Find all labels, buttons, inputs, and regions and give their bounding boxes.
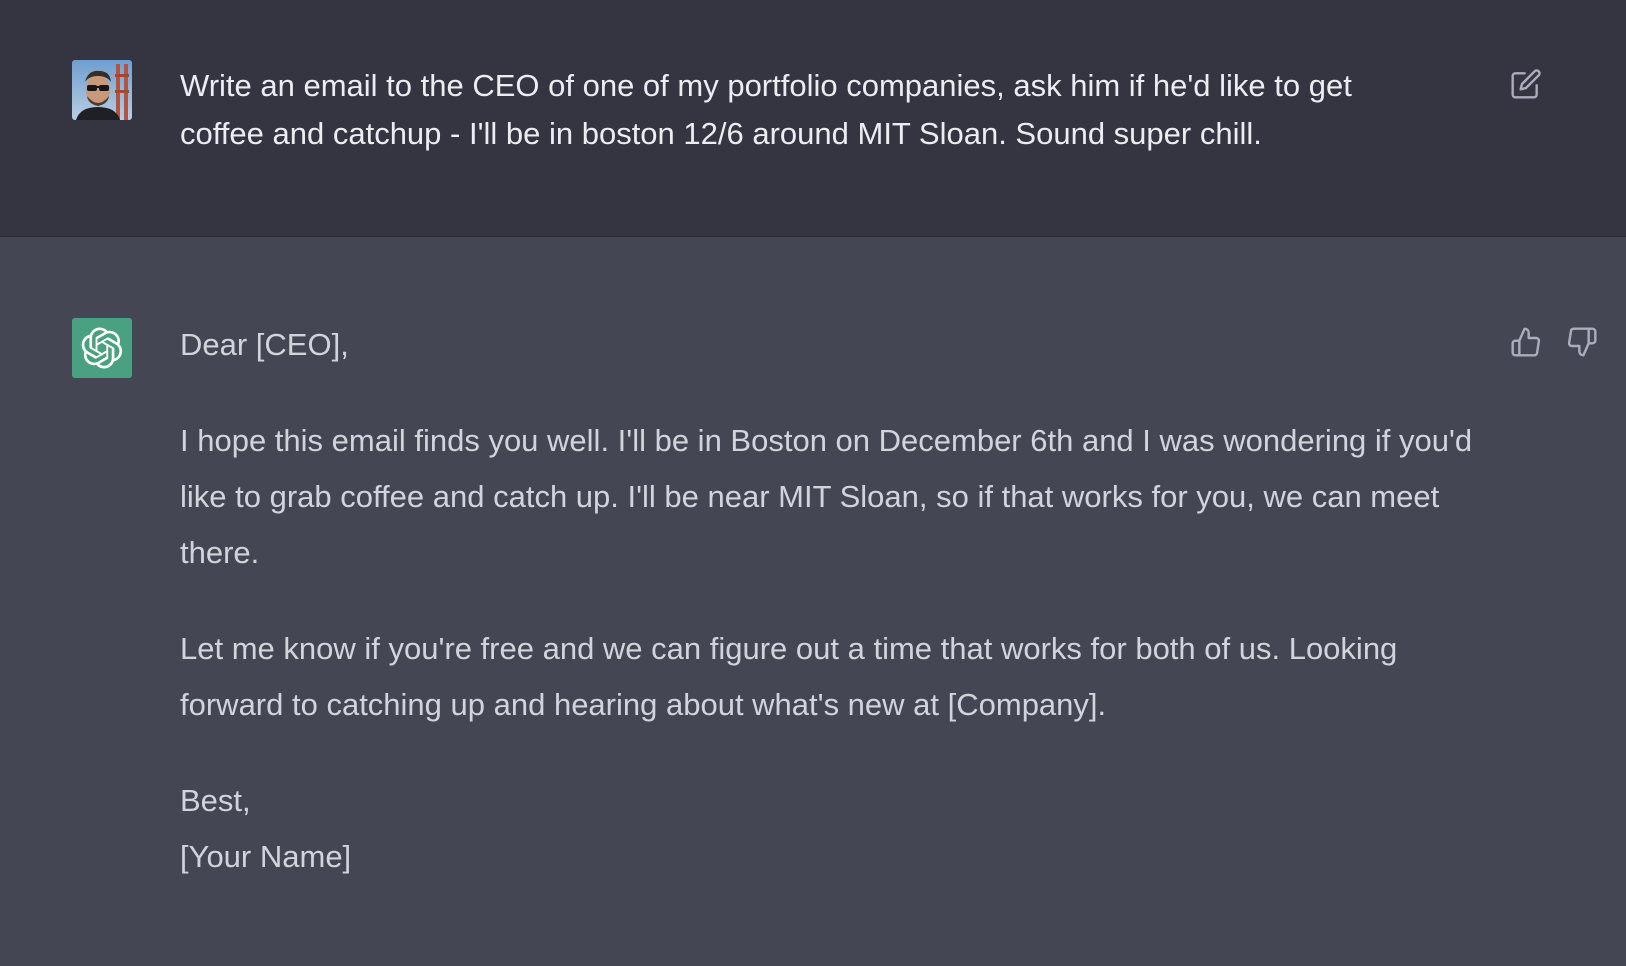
thumbs-up-button[interactable]: [1506, 322, 1546, 362]
edit-button[interactable]: [1506, 64, 1546, 104]
conversation-thread: Write an email to the CEO of one of my p…: [0, 0, 1626, 966]
email-signoff: Best,: [180, 783, 251, 818]
email-paragraph-2: Let me know if you're free and we can fi…: [180, 631, 1398, 722]
assistant-message-row: Dear [CEO], I hope this email finds you …: [0, 237, 1626, 966]
email-paragraph-1: I hope this email finds you well. I'll b…: [180, 423, 1473, 570]
edit-icon: [1511, 69, 1541, 99]
user-message-text: Write an email to the CEO of one of my p…: [180, 68, 1352, 151]
thumbs-down-icon: [1567, 327, 1597, 357]
assistant-message-text: Dear [CEO], I hope this email finds you …: [180, 317, 1480, 885]
thumbs-up-icon: [1511, 327, 1541, 357]
user-avatar: [72, 60, 132, 120]
user-avatar-photo: [72, 60, 132, 120]
openai-logo-icon: [81, 327, 123, 369]
thumbs-down-button[interactable]: [1562, 322, 1602, 362]
email-greeting: Dear [CEO],: [180, 327, 349, 362]
assistant-avatar: [72, 318, 132, 378]
user-message-row: Write an email to the CEO of one of my p…: [0, 0, 1626, 237]
email-signature: [Your Name]: [180, 839, 352, 874]
